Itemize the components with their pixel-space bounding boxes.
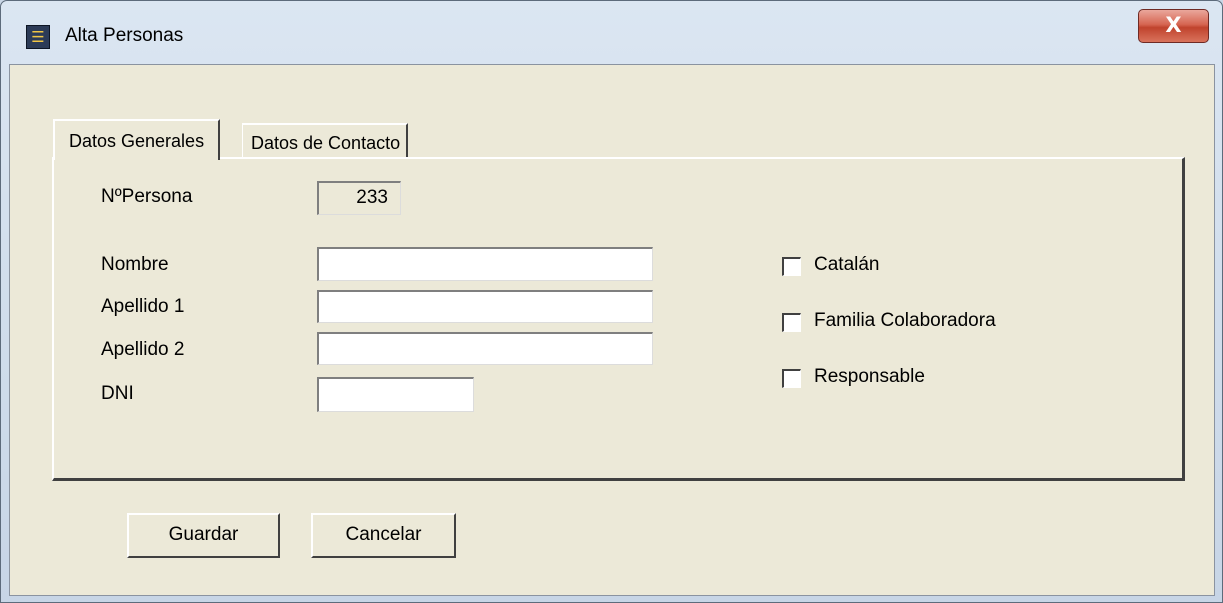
guardar-button[interactable]: Guardar bbox=[127, 513, 280, 558]
apellido2-label: Apellido 2 bbox=[101, 339, 185, 360]
close-button[interactable]: X bbox=[1138, 9, 1209, 43]
app-icon: ☰ bbox=[26, 25, 50, 49]
tab-datos-contacto[interactable]: Datos de Contacto bbox=[242, 123, 409, 158]
apellido2-input[interactable] bbox=[317, 332, 653, 365]
apellido1-input[interactable] bbox=[317, 290, 653, 323]
catalan-label[interactable]: Catalán bbox=[814, 254, 880, 276]
familia-colaboradora-checkbox[interactable] bbox=[782, 313, 801, 332]
numero-persona-field: 233 bbox=[317, 181, 401, 215]
dialog-window: ☰ Alta Personas X Datos Generales Datos … bbox=[0, 0, 1223, 603]
dni-input[interactable] bbox=[317, 377, 474, 412]
nombre-label: Nombre bbox=[101, 254, 169, 275]
numero-persona-label: NºPersona bbox=[101, 186, 193, 207]
responsable-checkbox[interactable] bbox=[782, 369, 801, 388]
familia-colaboradora-label[interactable]: Familia Colaboradora bbox=[814, 310, 996, 332]
dialog-body: Datos Generales Datos de Contacto NºPers… bbox=[9, 64, 1215, 596]
responsable-label[interactable]: Responsable bbox=[814, 366, 925, 388]
catalan-checkbox[interactable] bbox=[782, 257, 801, 276]
window-title: Alta Personas bbox=[65, 25, 184, 46]
title-bar[interactable]: ☰ Alta Personas X bbox=[1, 1, 1222, 65]
tab-panel-datos-generales: NºPersona 233 Nombre Apellido 1 Apellido… bbox=[52, 157, 1185, 481]
nombre-input[interactable] bbox=[317, 247, 653, 281]
tab-datos-generales[interactable]: Datos Generales bbox=[53, 119, 221, 160]
dni-label: DNI bbox=[101, 383, 134, 404]
cancelar-button[interactable]: Cancelar bbox=[311, 513, 456, 558]
apellido1-label: Apellido 1 bbox=[101, 296, 185, 317]
